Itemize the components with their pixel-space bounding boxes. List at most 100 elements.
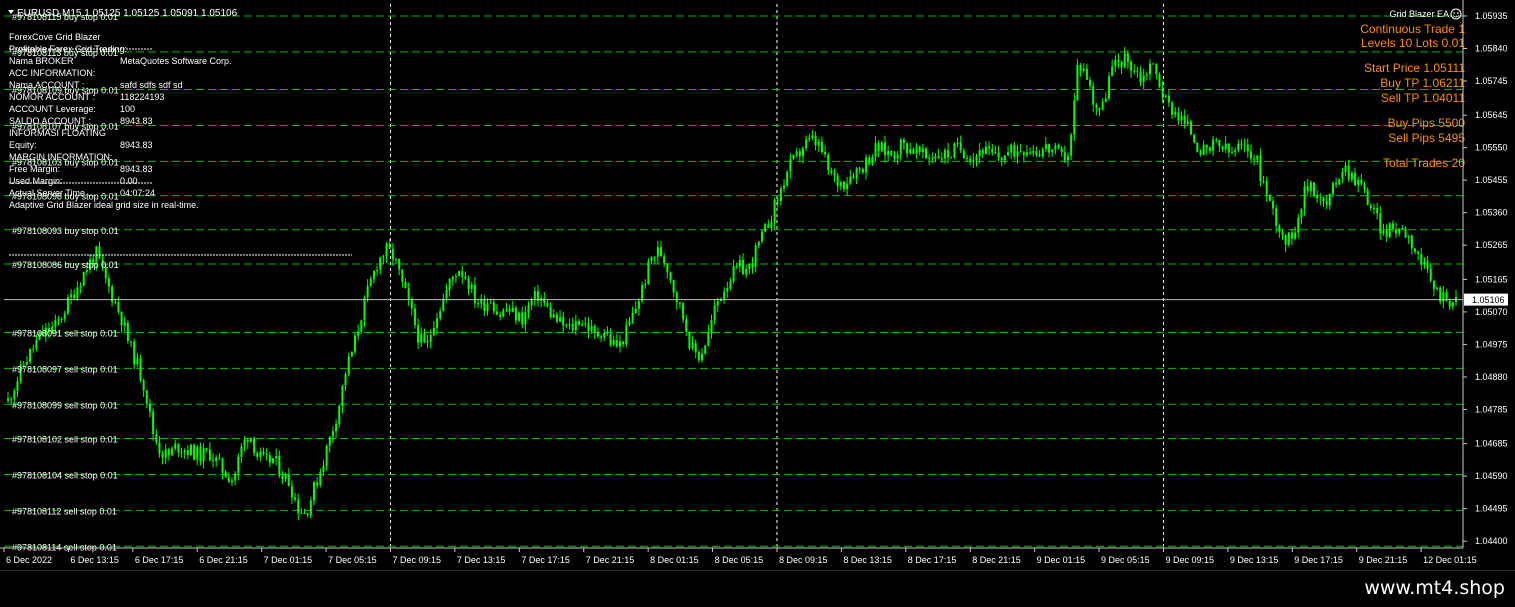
candle-body [906, 142, 909, 154]
candle-body [1111, 66, 1114, 77]
candle-body [1060, 148, 1063, 153]
candle-body [972, 160, 975, 162]
candle-body [407, 288, 410, 300]
candle-body [603, 332, 606, 338]
candle-body [849, 176, 852, 184]
candle-body [839, 181, 842, 186]
x-tick-label: 9 Dec 17:15 [1294, 555, 1343, 565]
candle-body [1183, 116, 1186, 124]
candle-body [691, 343, 694, 349]
candle-body [600, 336, 603, 338]
candle-body [246, 439, 249, 442]
candle-body [669, 272, 672, 280]
candle-body [1341, 171, 1344, 179]
candle-body [1278, 225, 1281, 233]
candle-body [483, 298, 486, 312]
candle-body [1338, 178, 1341, 185]
candle-body [107, 278, 110, 287]
candle-body [653, 256, 656, 258]
candle-body [735, 265, 738, 267]
candle-body [212, 460, 215, 462]
candle-body [1234, 150, 1237, 153]
candle-body [1073, 100, 1076, 135]
candle-body [1243, 144, 1246, 146]
candle-body [360, 320, 363, 332]
candle-body [644, 284, 647, 286]
candle-body [1180, 116, 1183, 121]
candle-body [959, 142, 962, 151]
trading-chart[interactable]: #978108115 buy stop 0.01 #978108113 buy s… [0, 0, 1515, 607]
candle-body [527, 305, 530, 313]
candle-body [748, 264, 751, 269]
candle-body [489, 302, 492, 304]
candle-body [943, 150, 946, 159]
candle-body [1003, 155, 1006, 161]
candle-body [688, 331, 691, 349]
candle-body [130, 341, 133, 343]
candle-body [1010, 144, 1013, 153]
x-tick-label: 12 Dec 01:15 [1423, 555, 1477, 565]
candle-body [464, 276, 467, 279]
candle-body [1133, 70, 1136, 72]
candle-body [253, 437, 256, 453]
candle-body [398, 258, 401, 270]
candle-body [745, 268, 748, 275]
candle-body [842, 181, 845, 190]
candle-body [73, 294, 76, 299]
candle-body [776, 199, 779, 202]
candle-body [1022, 152, 1025, 156]
candle-body [950, 157, 953, 159]
candle-body [622, 341, 625, 345]
candle-body [470, 284, 473, 290]
price-chart-svg[interactable]: #978108115 buy stop 0.01#978108113 buy s… [0, 0, 1515, 570]
candle-body [1016, 151, 1019, 157]
candle-body [35, 339, 38, 349]
candle-body [259, 452, 262, 457]
info-panel-line: MARGIN INFORMATION: [9, 152, 112, 162]
candle-body [1363, 183, 1366, 190]
info-panel-value: 04:07:24 [120, 188, 155, 198]
candle-body [742, 260, 745, 275]
candle-body [606, 332, 609, 334]
candle-body [934, 156, 937, 159]
candle-body [13, 390, 16, 400]
candle-body [1098, 108, 1101, 110]
candle-body [543, 297, 546, 303]
candle-body [571, 324, 574, 331]
info-panel-value: 8943.83 [120, 164, 153, 174]
candle-body [663, 256, 666, 264]
candle-body [641, 284, 644, 302]
candle-body [1451, 302, 1454, 307]
candle-body [451, 276, 454, 280]
candle-body [1155, 64, 1158, 75]
candle-body [988, 146, 991, 149]
candle-body [682, 302, 685, 320]
candle-body [271, 458, 274, 463]
candle-body [1041, 149, 1044, 157]
candle-body [126, 322, 129, 342]
candle-body [861, 169, 864, 173]
candle-body [1193, 134, 1196, 143]
candle-body [1054, 145, 1057, 150]
candle-body [511, 307, 514, 312]
x-tick-label: 8 Dec 21:15 [972, 555, 1021, 565]
candle-body [79, 285, 82, 288]
candle-body [1376, 208, 1379, 214]
smiley-face-eye [1457, 12, 1459, 14]
info-panel-label: Used Margin: [9, 176, 63, 186]
candle-body [874, 143, 877, 157]
candle-body [467, 278, 470, 290]
candle-body [177, 443, 180, 452]
candle-body [1275, 208, 1278, 226]
candle-body [767, 224, 770, 228]
candle-body [189, 444, 192, 455]
x-tick-label: 9 Dec 09:15 [1165, 555, 1214, 565]
candle-body [890, 151, 893, 156]
candle-body [555, 314, 558, 322]
candle-body [877, 143, 880, 152]
x-tick-label: 9 Dec 01:15 [1037, 555, 1086, 565]
y-tick-label: 1.05840 [1475, 43, 1508, 53]
candle-body [1316, 195, 1319, 199]
y-tick-label: 1.05550 [1475, 143, 1508, 153]
y-tick-label: 1.05455 [1475, 175, 1508, 185]
